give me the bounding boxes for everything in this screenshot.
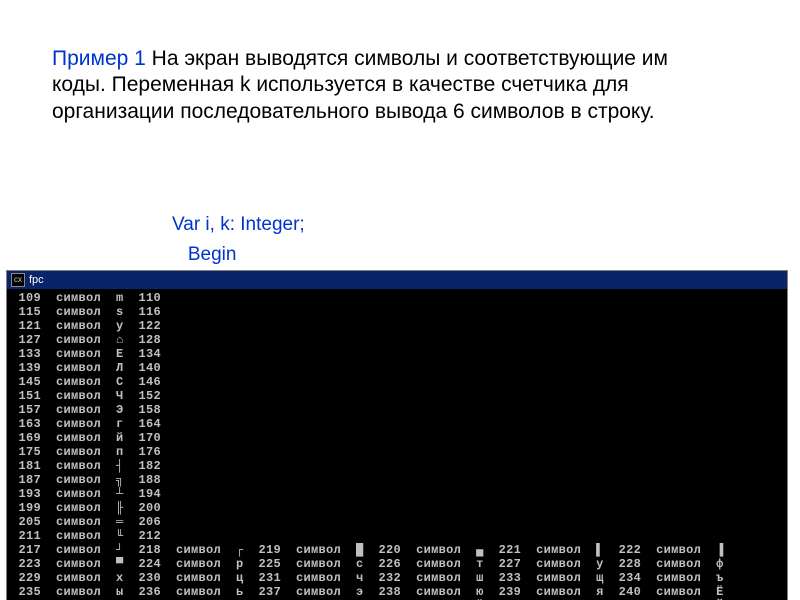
console-output: 109 символ m 110 115 символ s 116 121 си… xyxy=(7,289,787,600)
app-icon: cx xyxy=(11,273,25,287)
example-title: Пример 1 xyxy=(52,47,146,70)
window-title: fpc xyxy=(29,274,44,286)
code-line: Var i, k: Integer; xyxy=(172,210,732,240)
code-line: Begin xyxy=(172,240,732,270)
console-window: cx fpc 109 символ m 110 115 символ s 116… xyxy=(6,270,788,600)
console-titlebar: cx fpc xyxy=(7,271,787,289)
example-paragraph: Пример 1 На экран выводятся символы и со… xyxy=(52,46,712,125)
slide: Пример 1 На экран выводятся символы и со… xyxy=(0,0,800,600)
